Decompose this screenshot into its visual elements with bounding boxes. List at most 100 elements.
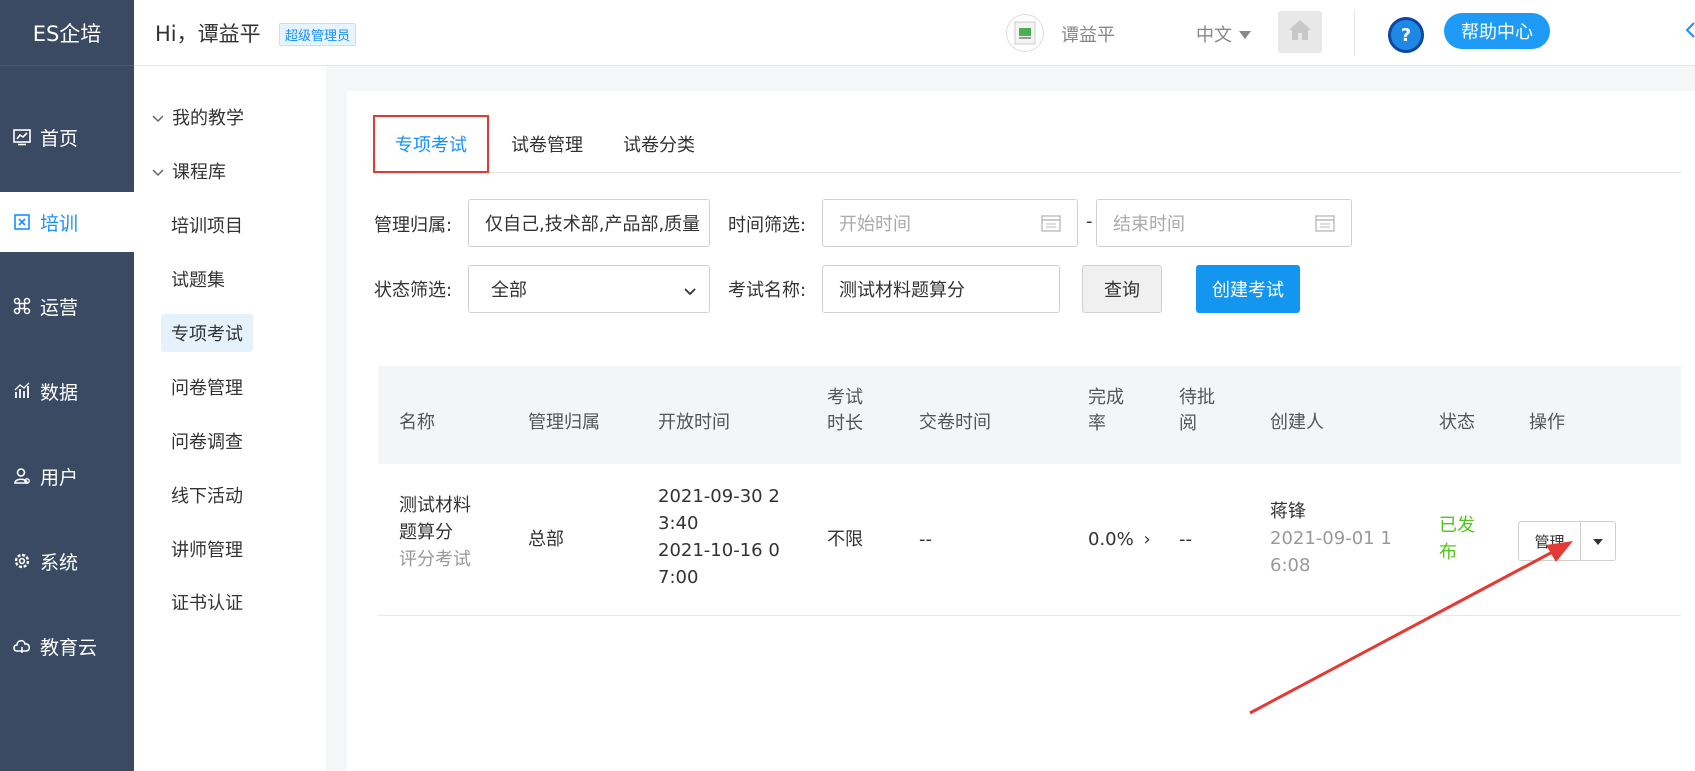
manage-dropdown-toggle[interactable] — [1581, 522, 1615, 560]
nav-label-data: 数据 — [40, 381, 79, 404]
col-header-open-time: 开放时间 — [658, 412, 730, 433]
cell-pending: -- — [1179, 529, 1192, 550]
brand-logo[interactable]: ES企培 — [0, 0, 134, 66]
nav-label-system: 系统 — [40, 551, 79, 574]
language-label: 中文 — [1196, 25, 1232, 46]
cell-owner: 总部 — [528, 529, 564, 550]
nav-label-home: 首页 — [40, 127, 79, 150]
owner-filter-field[interactable]: 仅自己,技术部,产品部,质量 — [468, 199, 710, 247]
chevron-down-icon — [683, 281, 697, 302]
status-line1: 已发 — [1439, 515, 1475, 536]
col-header-completion-line1: 完成 — [1088, 387, 1124, 408]
sub-item-survey[interactable]: 问卷调查 — [171, 428, 243, 454]
chevron-down-icon — [152, 161, 164, 182]
sub-item-lecturer-management[interactable]: 讲师管理 — [171, 536, 243, 562]
calendar-icon — [1315, 214, 1335, 237]
cell-created-line2: 6:08 — [1270, 555, 1311, 576]
col-header-name: 名称 — [399, 412, 435, 433]
cell-open-line4: 7:00 — [658, 567, 699, 588]
table-row: 测试材料 题算分 评分考试 总部 2021-09-30 2 3:40 2021-… — [378, 464, 1681, 616]
col-header-completion-line2: 率 — [1088, 413, 1106, 434]
sub-group-my-teaching[interactable]: 我的教学 — [152, 104, 244, 130]
time-filter-label: 时间筛选: — [728, 215, 807, 236]
caret-down-icon — [1238, 24, 1252, 45]
start-time-field[interactable]: 开始时间 — [822, 199, 1078, 247]
sub-item-certificate[interactable]: 证书认证 — [171, 589, 243, 615]
table-header: 名称 管理归属 开放时间 考试 时长 交卷时间 完成 率 待批 阅 创建人 状态… — [378, 366, 1681, 464]
nav-item-system[interactable]: 系统 — [0, 531, 134, 591]
avatar[interactable] — [1006, 14, 1044, 52]
nav-item-edu-cloud[interactable]: 教育云 — [0, 616, 134, 676]
sub-item-offline-activity[interactable]: 线下活动 — [171, 482, 243, 508]
user-name[interactable]: 谭益平 — [1061, 21, 1115, 47]
chevron-left-icon[interactable] — [1684, 20, 1695, 44]
chevron-down-icon — [152, 107, 164, 128]
secondary-sidebar: 我的教学 课程库 培训项目 试题集 专项考试 问卷管理 问卷调查 线下活动 讲师… — [134, 66, 326, 771]
command-icon — [12, 296, 32, 316]
cloud-icon — [12, 636, 32, 656]
sub-group-course-library[interactable]: 课程库 — [152, 158, 226, 184]
greeting-text: Hi，谭益平 — [155, 22, 261, 46]
col-header-duration-line2: 时长 — [827, 413, 863, 434]
exam-name-input[interactable]: 测试材料题算分 — [822, 265, 1060, 313]
cell-open-line3: 2021-10-16 0 — [658, 540, 780, 561]
sub-item-question-set[interactable]: 试题集 — [171, 266, 225, 292]
col-header-duration-line1: 考试 — [827, 387, 863, 408]
sub-item-special-exam[interactable]: 专项考试 — [161, 314, 253, 352]
gear-icon — [12, 551, 32, 571]
manage-button[interactable]: 管理 — [1519, 522, 1581, 560]
col-header-status: 状态 — [1439, 412, 1475, 433]
cell-open-line2: 3:40 — [658, 513, 699, 534]
sub-item-survey-management[interactable]: 问卷管理 — [171, 374, 243, 400]
owner-filter-label: 管理归属: — [374, 215, 453, 236]
nav-label-edu-cloud: 教育云 — [40, 636, 98, 659]
nav-label-users: 用户 — [40, 466, 79, 489]
manage-button-group: 管理 — [1518, 521, 1616, 561]
help-center-button[interactable]: 帮助中心 — [1444, 13, 1550, 49]
role-badge: 超级管理员 — [279, 23, 357, 46]
top-header: Hi，谭益平 超级管理员 谭益平 中文 ? 帮助中心 — [134, 0, 1695, 66]
cell-name-line2: 题算分 — [399, 522, 453, 543]
nav-item-data[interactable]: 数据 — [0, 361, 134, 421]
sub-item-training-project[interactable]: 培训项目 — [171, 212, 243, 238]
nav-item-home[interactable]: 首页 — [0, 107, 134, 167]
cell-name-line1: 测试材料 — [399, 495, 471, 516]
cell-open-time: 2021-09-30 2 3:40 2021-10-16 0 7:00 — [658, 483, 780, 591]
cell-exam-type: 评分考试 — [399, 549, 471, 570]
end-time-field[interactable]: 结束时间 — [1096, 199, 1352, 247]
tab-special-exam[interactable]: 专项考试 — [373, 115, 489, 173]
cell-name[interactable]: 测试材料 题算分 评分考试 — [399, 492, 471, 573]
col-header-creator: 创建人 — [1270, 412, 1324, 433]
status-select[interactable]: 全部 — [468, 265, 710, 313]
home-icon — [1288, 19, 1312, 46]
main-panel: 专项考试 试卷管理 试卷分类 管理归属: 仅自己,技术部,产品部,质量 时间筛选… — [347, 91, 1695, 771]
create-exam-button[interactable]: 创建考试 — [1196, 265, 1300, 313]
nav-item-operations[interactable]: 运营 — [0, 276, 134, 336]
help-question-icon[interactable]: ? — [1388, 17, 1424, 53]
col-header-pending-line1: 待批 — [1179, 387, 1215, 408]
query-button[interactable]: 查询 — [1082, 265, 1162, 313]
col-header-owner: 管理归属 — [528, 412, 600, 433]
sub-group-label: 我的教学 — [172, 108, 244, 129]
col-header-completion: 完成 率 — [1088, 385, 1124, 437]
sub-group-label: 课程库 — [172, 162, 226, 183]
cell-completion[interactable]: 0.0% › — [1088, 526, 1151, 553]
user-icon — [12, 466, 32, 486]
tab-paper-category[interactable]: 试卷分类 — [623, 115, 695, 173]
col-header-submit-time: 交卷时间 — [919, 412, 991, 433]
nav-label-operations: 运营 — [40, 296, 79, 319]
cell-completion-value: 0.0% — [1088, 529, 1134, 550]
language-selector[interactable]: 中文 — [1196, 21, 1252, 47]
tab-paper-management[interactable]: 试卷管理 — [511, 115, 583, 173]
cell-creator: 蒋锋 2021-09-01 1 6:08 — [1270, 498, 1392, 579]
cell-open-line1: 2021-09-30 2 — [658, 486, 780, 507]
nav-item-training[interactable]: 培训 — [0, 192, 134, 252]
status-badge: 已发 布 — [1439, 512, 1475, 566]
status-filter-label: 状态筛选: — [374, 280, 453, 301]
dashboard-icon — [12, 127, 32, 147]
range-separator: - — [1086, 211, 1093, 232]
home-button[interactable] — [1278, 11, 1322, 53]
chevron-right-icon: › — [1143, 529, 1151, 550]
nav-item-users[interactable]: 用户 — [0, 446, 134, 506]
caret-down-icon — [1592, 531, 1604, 551]
